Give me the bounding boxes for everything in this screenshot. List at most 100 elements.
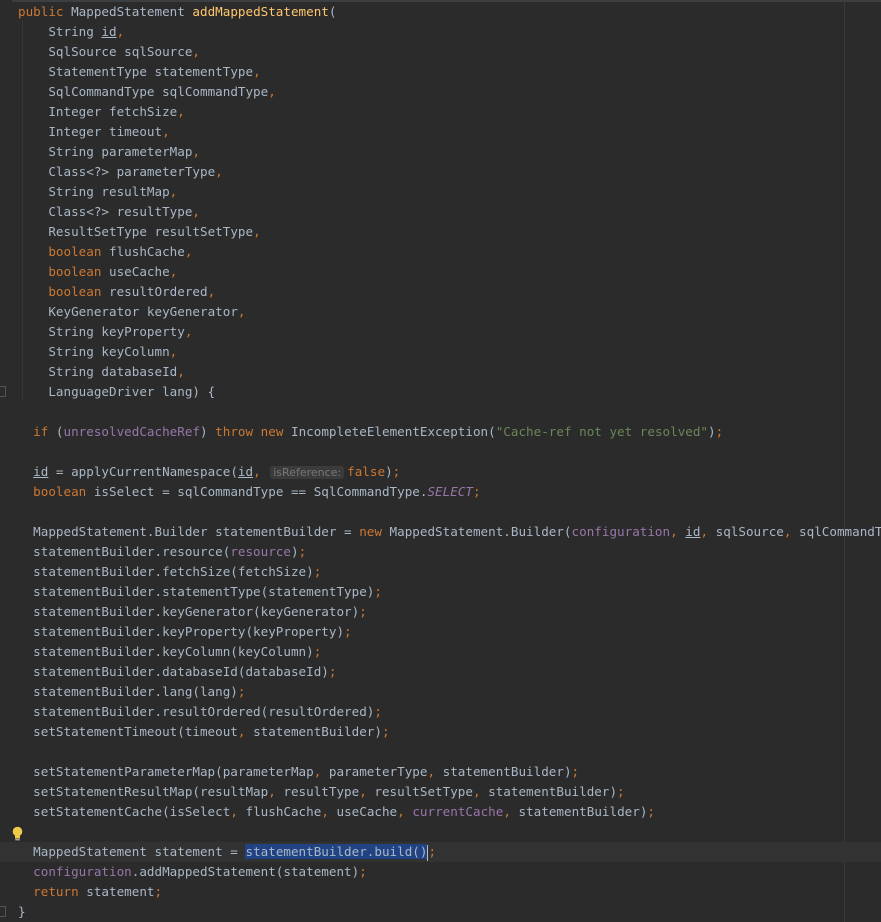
code-token: id [101,24,117,39]
code-token: statementBuilder.keyColumn(keyColumn) [33,644,314,659]
code-token: String keyColumn [48,344,170,359]
code-line[interactable] [18,442,881,462]
code-token: statementBuilder) [253,724,382,739]
code-line[interactable]: boolean flushCache, [18,242,881,262]
code-line[interactable]: Integer timeout, [18,122,881,142]
code-line[interactable]: public MappedStatement addMappedStatemen… [18,2,881,22]
code-line[interactable]: boolean isSelect = sqlCommandType == Sql… [18,482,881,502]
code-token: public [18,4,72,19]
code-token: statementBuilder.statementType(statement… [33,584,375,599]
code-token: , [472,784,489,799]
code-token: return [33,884,87,899]
code-token: statement [86,884,155,899]
code-line[interactable]: } [18,902,881,922]
code-line[interactable]: SqlCommandType sqlCommandType, [18,82,881,102]
code-line[interactable]: LanguageDriver lang) { [18,382,881,402]
code-token: id [685,524,701,539]
code-line[interactable]: statementBuilder.statementType(statement… [18,582,881,602]
code-token: ) [200,424,216,439]
fold-marker-icon[interactable] [0,386,6,397]
code-token: , [169,264,178,279]
code-line[interactable]: return statement; [18,882,881,902]
code-line[interactable]: statementBuilder.resource(resource); [18,542,881,562]
code-line[interactable]: statementBuilder.keyGenerator(keyGenerat… [18,602,881,622]
parameter-hint: isReference: [270,466,345,479]
code-line[interactable]: String parameterMap, [18,142,881,162]
code-token: , [427,764,443,779]
code-line[interactable]: Class<?> parameterType, [18,162,881,182]
code-token: ( [328,4,337,19]
code-token: , [359,784,375,799]
code-token: useCache [336,804,398,819]
code-token: useCache [109,264,170,279]
code-token: ) [385,464,393,479]
code-token: boolean [48,244,110,259]
code-token: unresolvedCacheRef [63,424,200,439]
code-token: resultOrdered [109,284,208,299]
code-token: configuration [33,864,132,879]
code-line[interactable]: Class<?> resultType, [18,202,881,222]
code-line[interactable]: statementBuilder.lang(lang); [18,682,881,702]
code-line[interactable]: String keyColumn, [18,342,881,362]
code-line[interactable]: statementBuilder.databaseId(databaseId); [18,662,881,682]
code-line[interactable]: statementBuilder.fetchSize(fetchSize); [18,562,881,582]
code-line[interactable]: id = applyCurrentNamespace(id, isReferen… [18,462,881,482]
code-token: } [18,904,26,919]
code-line[interactable]: setStatementTimeout(timeout, statementBu… [18,722,881,742]
code-editor[interactable]: public MappedStatement addMappedStatemen… [0,0,881,922]
code-token: , [192,44,200,59]
code-token: ; [381,724,390,739]
code-token: flushCache [109,244,185,259]
code-token: MappedStatement [71,4,193,19]
code-line[interactable]: if (unresolvedCacheRef) throw new Incomp… [18,422,881,442]
code-line[interactable]: String databaseId, [18,362,881,382]
code-token: Class<?> parameterType [48,164,216,179]
code-token: statementBuilder.lang(lang) [33,684,238,699]
code-area[interactable]: public MappedStatement addMappedStatemen… [0,2,881,922]
code-token: ( [55,424,64,439]
code-token: , [192,204,200,219]
code-line[interactable]: MappedStatement statement = statementBui… [0,842,881,862]
code-line[interactable]: StatementType statementType, [18,62,881,82]
code-line[interactable] [18,502,881,522]
code-token: statementBuilder.fetchSize(fetchSize) [33,564,314,579]
code-token: ) [708,424,716,439]
code-token: setStatementTimeout(timeout [33,724,238,739]
code-token: , [184,324,193,339]
code-line[interactable] [18,822,881,842]
code-token: , [253,464,269,479]
code-line[interactable]: configuration.addMappedStatement(stateme… [18,862,881,882]
code-line[interactable]: Integer fetchSize, [18,102,881,122]
fold-marker-icon[interactable] [0,906,6,917]
code-line[interactable]: statementBuilder.keyColumn(keyColumn); [18,642,881,662]
code-token: statementBuilder) [488,784,618,799]
code-line[interactable]: boolean useCache, [18,262,881,282]
code-token: String [48,24,102,39]
code-token: boolean [48,264,110,279]
code-token: ; [154,884,163,899]
code-line[interactable]: String id, [18,22,881,42]
code-line[interactable]: setStatementResultMap(resultMap, resultT… [18,782,881,802]
code-token: new [359,524,390,539]
editor-gutter[interactable] [0,0,12,922]
code-line[interactable]: ResultSetType resultSetType, [18,222,881,242]
code-token: resource [230,544,291,559]
code-line[interactable]: MappedStatement.Builder statementBuilder… [18,522,881,542]
code-line[interactable]: String keyProperty, [18,322,881,342]
code-line[interactable]: setStatementCache(isSelect, flushCache, … [18,802,881,822]
code-line[interactable]: KeyGenerator keyGenerator, [18,302,881,322]
code-line[interactable] [18,402,881,422]
code-token: ) [290,544,299,559]
code-token: SqlCommandType sqlCommandType [48,84,269,99]
code-line[interactable]: String resultMap, [18,182,881,202]
code-line[interactable]: SqlSource sqlSource, [18,42,881,62]
code-line[interactable]: statementBuilder.keyProperty(keyProperty… [18,622,881,642]
code-token: isSelect = sqlCommandType == SqlCommandT… [93,484,428,499]
code-line[interactable]: statementBuilder.resultOrdered(resultOrd… [18,702,881,722]
code-line[interactable]: boolean resultOrdered, [18,282,881,302]
code-line[interactable]: setStatementParameterMap(parameterMap, p… [18,762,881,782]
code-token: throw new [215,424,291,439]
code-token: String resultMap [48,184,170,199]
code-token: = applyCurrentNamespace( [48,464,238,479]
code-line[interactable] [18,742,881,762]
